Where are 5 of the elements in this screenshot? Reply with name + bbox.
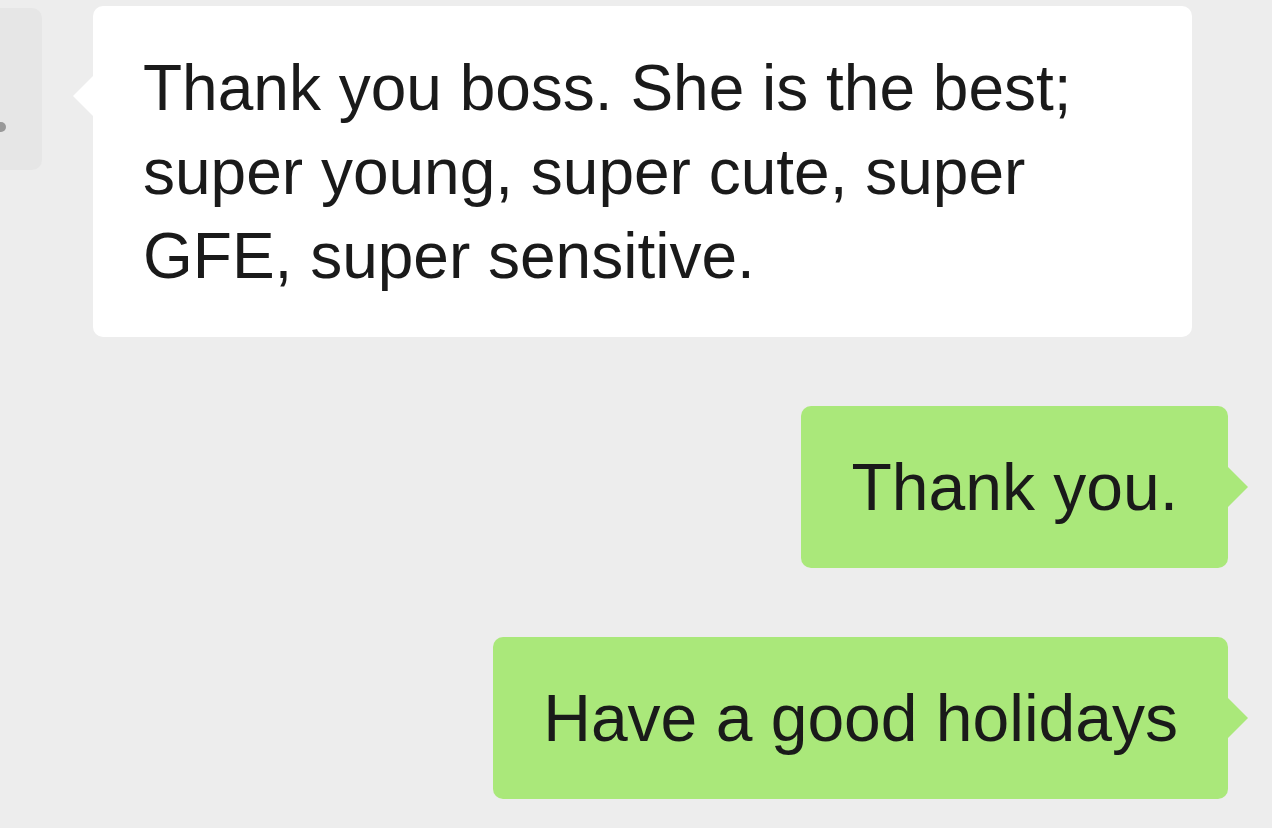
message-bubble: Thank you boss. She is the best; super young, super cute, super GFE, super sensitive. (93, 6, 1192, 337)
bubble-tail (1228, 467, 1248, 507)
message-bubble: Have a good holidays (493, 637, 1228, 799)
bubble-tail (1228, 698, 1248, 738)
message-bubble: Thank you. (801, 406, 1228, 568)
